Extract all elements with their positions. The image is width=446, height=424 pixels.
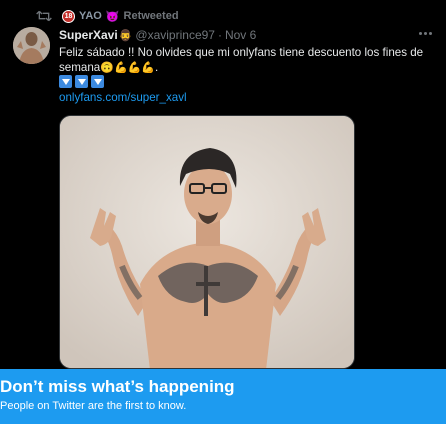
retweeted-label: Retweeted xyxy=(123,10,179,22)
tweet-text-line2: semana🙃💪💪💪. xyxy=(59,60,431,76)
retweet-icon xyxy=(36,10,52,22)
age-badge-icon: 18 xyxy=(62,9,75,23)
down-arrow-icon xyxy=(59,75,72,88)
tweet-text-prefix: semana xyxy=(59,61,101,74)
down-arrow-emojis xyxy=(59,75,104,88)
tweet-text: Feliz sábado !! No olvides que mi onlyfa… xyxy=(59,45,431,76)
display-name[interactable]: SuperXavi xyxy=(59,28,118,42)
man-emoji-icon: 🧔‍♂️ xyxy=(118,29,133,42)
banner-subtitle: People on Twitter are the first to know. xyxy=(0,400,187,412)
tweet-text-suffix: . xyxy=(155,61,159,74)
more-options-icon[interactable] xyxy=(414,25,436,41)
retweet-context: 18 YAO 😈 Retweeted xyxy=(36,8,179,24)
tweet-text-line1: Feliz sábado !! No olvides que mi onlyfa… xyxy=(59,46,424,59)
tweet-header: SuperXavi 🧔‍♂️ @xaviprince97 · Nov 6 xyxy=(59,27,256,43)
avatar[interactable] xyxy=(13,27,50,64)
tweet-date[interactable]: Nov 6 xyxy=(225,28,256,42)
tweet-link[interactable]: onlyfans.com/super_xavl xyxy=(59,91,187,104)
tweet-photo[interactable] xyxy=(59,115,355,369)
signup-banner[interactable]: Don’t miss what’s happening People on Tw… xyxy=(0,369,446,424)
tweet-card[interactable]: 18 YAO 😈 Retweeted SuperXavi 🧔‍♂️ @xavip… xyxy=(0,0,446,424)
separator-dot: · xyxy=(217,28,222,42)
user-handle[interactable]: @xaviprince97 xyxy=(135,28,215,42)
down-arrow-icon xyxy=(91,75,104,88)
flex-emoji-icon: 🙃💪💪💪 xyxy=(100,62,156,74)
down-arrow-icon xyxy=(75,75,88,88)
banner-title: Don’t miss what’s happening xyxy=(0,377,235,396)
retweeter-name[interactable]: YAO xyxy=(79,10,102,22)
devil-emoji-icon: 😈 xyxy=(105,10,120,23)
